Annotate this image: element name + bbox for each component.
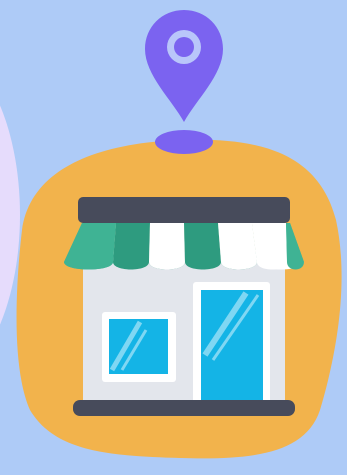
store-door	[193, 282, 270, 404]
pin-shadow	[155, 130, 213, 154]
awning	[64, 223, 304, 270]
store-window	[102, 312, 176, 382]
storefront-graphic	[16, 10, 342, 459]
store-roof	[78, 197, 290, 223]
location-pin-icon	[145, 10, 223, 122]
store-location-illustration	[0, 0, 347, 475]
store-base	[73, 400, 295, 416]
